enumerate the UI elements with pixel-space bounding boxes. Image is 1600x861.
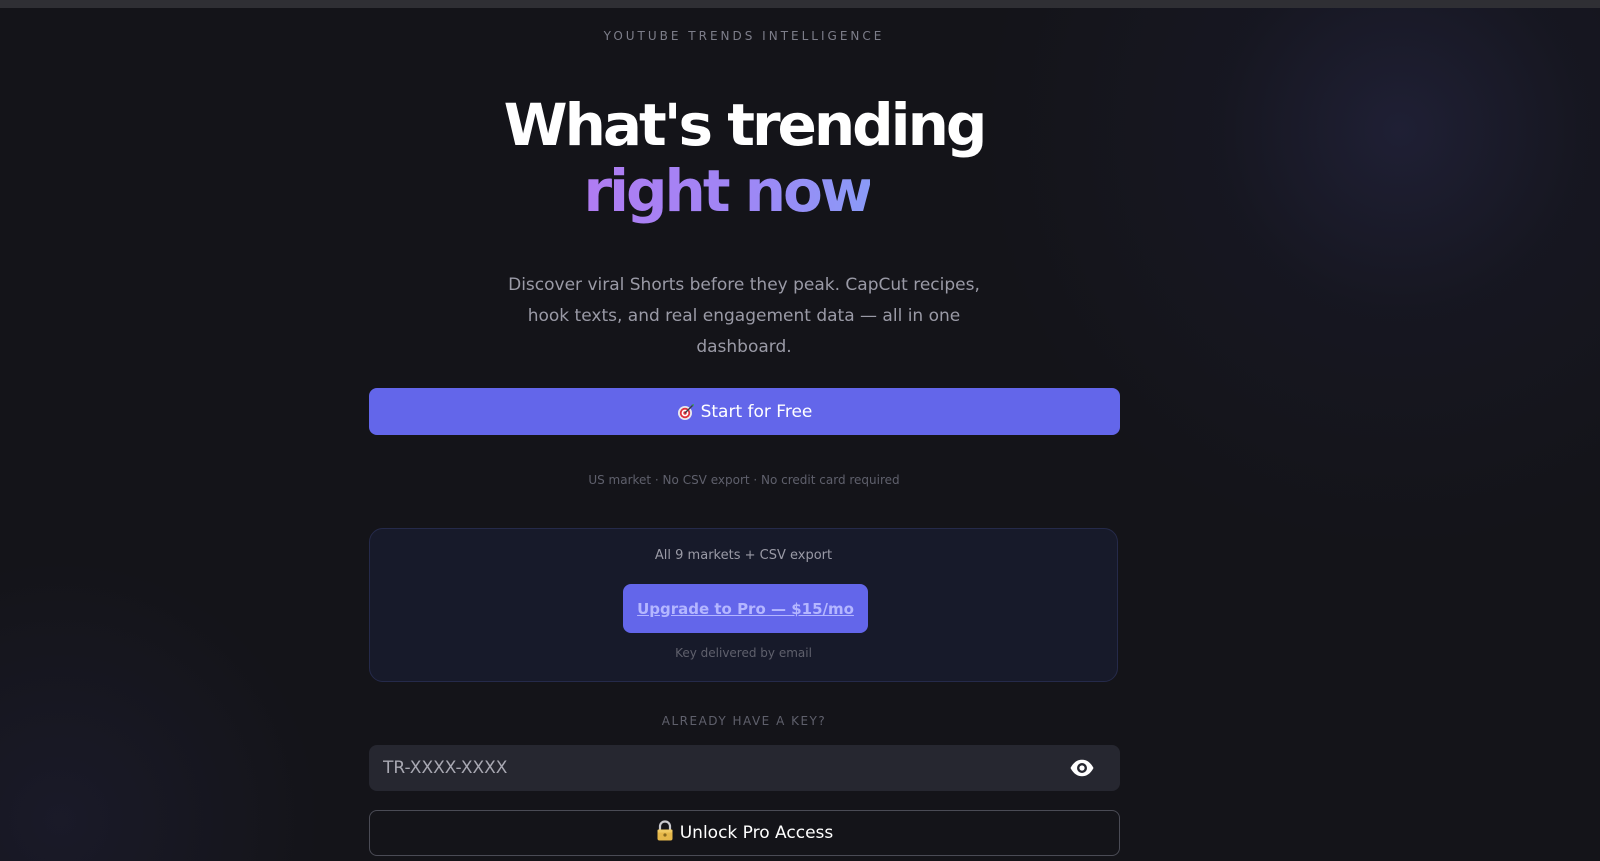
eyebrow-label: YOUTUBE TRENDS INTELLIGENCE: [603, 29, 885, 43]
unlock-pro-label: Unlock Pro Access: [679, 823, 834, 843]
lock-icon: [656, 819, 674, 847]
pro-plan-card: All 9 markets + CSV export Upgrade to Pr…: [369, 528, 1118, 682]
free-plan-note: US market · No CSV export · No credit ca…: [588, 473, 900, 487]
start-free-button[interactable]: Start for Free: [369, 388, 1120, 435]
hero-line-1: What's trending: [503, 91, 988, 159]
license-key-field: [369, 745, 1120, 791]
pro-plan-title: All 9 markets + CSV export: [654, 548, 833, 563]
top-bar: [0, 0, 1600, 8]
license-key-input[interactable]: [383, 745, 1023, 791]
upgrade-pro-button[interactable]: Upgrade to Pro — $15/mo: [623, 584, 868, 633]
landing-page: YOUTUBE TRENDS INTELLIGENCE What's trend…: [0, 0, 1600, 861]
key-delivery-note: Key delivered by email: [675, 646, 812, 660]
target-icon: [677, 403, 695, 421]
eye-icon[interactable]: [1069, 758, 1095, 778]
unlock-pro-button[interactable]: Unlock Pro Access: [369, 810, 1120, 856]
hero-headline: What's trending right now: [0, 92, 1488, 224]
start-free-label: Start for Free: [700, 401, 813, 422]
hero-line-2: right now: [583, 157, 874, 225]
hero-subtitle: Discover viral Shorts before they peak. …: [508, 275, 980, 357]
key-section-label: ALREADY HAVE A KEY?: [661, 714, 827, 728]
